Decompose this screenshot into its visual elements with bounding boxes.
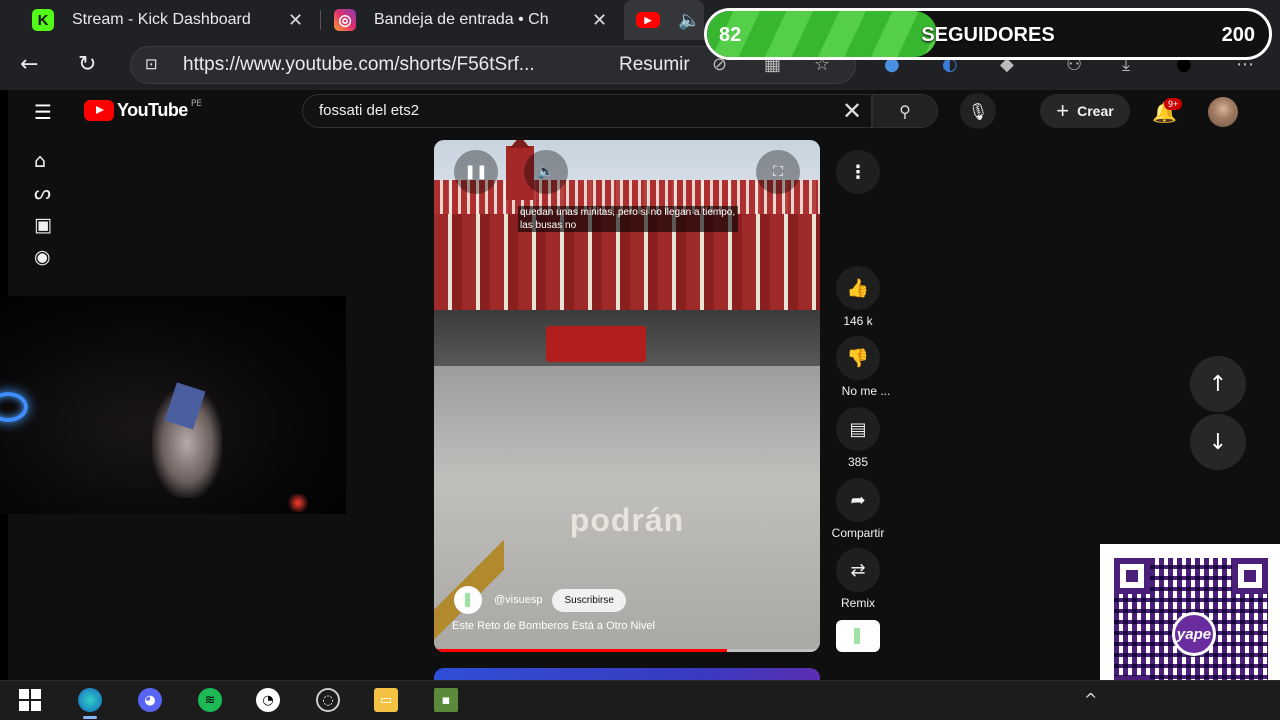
minecraft-icon[interactable]: ▪ bbox=[434, 688, 458, 712]
notification-badge: 9+ bbox=[1164, 98, 1183, 110]
video-progress-fill bbox=[434, 649, 728, 652]
comments-action[interactable]: ▤ 385 bbox=[836, 407, 880, 469]
red-light bbox=[286, 494, 310, 512]
arrow-down-icon: ↓ bbox=[1208, 429, 1228, 455]
video-title[interactable]: Este Reto de Bomberos Está a Otro Nivel bbox=[452, 620, 655, 632]
thumbs-up-icon: 👍 bbox=[836, 266, 880, 310]
account-avatar[interactable] bbox=[1208, 97, 1238, 127]
like-count: 146 k bbox=[843, 314, 873, 328]
system-tray-chevron-icon[interactable]: ^ bbox=[1084, 690, 1097, 709]
subscriptions-icon[interactable]: ▣ bbox=[34, 214, 52, 236]
video-fire-truck bbox=[546, 326, 646, 362]
pause-button[interactable]: ❚❚ bbox=[454, 150, 498, 194]
plus-icon: + bbox=[1056, 98, 1070, 123]
pause-icon: ❚❚ bbox=[464, 164, 488, 180]
comment-count: 385 bbox=[847, 455, 869, 469]
reload-icon[interactable]: ↻ bbox=[78, 52, 96, 77]
clear-search-icon[interactable]: ✕ bbox=[842, 97, 862, 125]
dislike-label: No me ... bbox=[841, 384, 891, 398]
country-code: PE bbox=[190, 98, 202, 109]
youtube-play-icon bbox=[84, 100, 114, 121]
share-action[interactable]: ➦ Compartir bbox=[832, 478, 884, 540]
channel-row: @visuesp Suscribirse bbox=[454, 586, 626, 614]
youtube-icon: ▶ bbox=[636, 12, 660, 28]
edge-icon[interactable] bbox=[78, 688, 102, 712]
like-action[interactable]: 👍 146 k bbox=[836, 266, 880, 328]
resumir-button[interactable]: Resumir bbox=[619, 47, 690, 83]
youtube-logo-text: YouTube bbox=[117, 100, 188, 120]
tab-separator bbox=[320, 10, 321, 30]
followers-label: SEGUIDORES bbox=[921, 24, 1055, 46]
search-input[interactable]: fossati del ets2 bbox=[302, 94, 872, 128]
more-vertical-icon: ⋮ bbox=[849, 161, 867, 183]
remix-icon: ⇄ bbox=[836, 548, 880, 592]
more-options-button[interactable]: ⋮ bbox=[836, 150, 880, 194]
webcam-overlay bbox=[0, 296, 346, 514]
next-short-button[interactable]: ↓ bbox=[1190, 414, 1246, 470]
tab-audio-icon[interactable]: 🔈 bbox=[678, 10, 700, 31]
fullscreen-icon: ⛶ bbox=[773, 164, 783, 180]
search-icon: ⚲ bbox=[899, 101, 911, 121]
dislike-action[interactable]: 👎 No me ... bbox=[836, 336, 890, 398]
thumbs-down-icon: 👎 bbox=[836, 336, 880, 380]
channel-avatar[interactable] bbox=[454, 586, 482, 614]
volume-icon: 🔈 bbox=[537, 164, 555, 180]
qr-finder bbox=[1114, 558, 1150, 594]
file-explorer-icon[interactable]: ▭ bbox=[374, 688, 398, 712]
previous-short-button[interactable]: ↑ bbox=[1190, 356, 1246, 412]
tab-youtube-active[interactable]: ▶ 🔈 bbox=[624, 0, 704, 40]
close-tab-icon[interactable]: ✕ bbox=[592, 10, 607, 31]
share-icon: ➦ bbox=[836, 478, 880, 522]
microphone-icon: 🎙 bbox=[967, 101, 989, 121]
windows-start-icon[interactable] bbox=[18, 688, 42, 712]
video-caption: quedan unas minitas, pero si no llegan a… bbox=[518, 206, 738, 232]
channel-handle[interactable]: @visuesp bbox=[494, 594, 542, 606]
remix-action[interactable]: ⇄ Remix bbox=[836, 548, 880, 610]
active-app-indicator bbox=[83, 716, 97, 719]
next-short-preview[interactable] bbox=[434, 668, 820, 680]
qr-finder bbox=[1232, 558, 1268, 594]
fullscreen-button[interactable]: ⛶ bbox=[756, 150, 800, 194]
clock-app-icon[interactable]: ◔ bbox=[256, 688, 280, 712]
back-icon[interactable]: ← bbox=[20, 52, 38, 77]
followers-goal-bar: 82 SEGUIDORES 200 bbox=[704, 8, 1272, 60]
obs-icon[interactable]: ◌ bbox=[316, 688, 340, 712]
comment-icon: ▤ bbox=[836, 407, 880, 451]
share-label: Compartir bbox=[831, 526, 885, 540]
home-icon[interactable]: ⌂ bbox=[34, 150, 46, 172]
voice-search-button[interactable]: 🎙 bbox=[960, 93, 996, 129]
tab-instagram-inbox[interactable]: ◎ Bandeja de entrada • Ch ✕ bbox=[334, 0, 607, 40]
video-overlay-text: podrán bbox=[569, 502, 685, 538]
discord-icon[interactable]: ◕ bbox=[138, 688, 162, 712]
you-icon[interactable]: ◉ bbox=[34, 246, 51, 268]
arrow-up-icon: ↑ bbox=[1208, 371, 1228, 397]
youtube-logo[interactable]: YouTube PE bbox=[84, 98, 202, 121]
sound-thumbnail[interactable] bbox=[836, 620, 880, 652]
short-video-player[interactable]: ❚❚ 🔈 ⛶ quedan unas minitas, pero si no l… bbox=[434, 140, 820, 652]
search-button[interactable]: ⚲ bbox=[872, 94, 938, 128]
video-progress-bar[interactable] bbox=[434, 649, 820, 652]
tab-title: Bandeja de entrada • Ch bbox=[374, 11, 549, 28]
shorts-icon[interactable]: ᔕ bbox=[34, 182, 51, 204]
tab-title: Stream - Kick Dashboard bbox=[72, 11, 251, 28]
instagram-icon: ◎ bbox=[334, 9, 356, 31]
site-info-icon[interactable]: ⊡ bbox=[145, 47, 158, 83]
subscribe-button[interactable]: Suscribirse bbox=[552, 588, 626, 612]
tab-kick-dashboard[interactable]: K Stream - Kick Dashboard ✕ bbox=[32, 0, 303, 40]
url-text: https://www.youtube.com/shorts/F56tSrf..… bbox=[183, 54, 535, 75]
headset-light bbox=[0, 392, 28, 422]
create-label: Crear bbox=[1077, 103, 1114, 119]
kick-icon: K bbox=[32, 9, 54, 31]
spotify-icon[interactable]: ≋ bbox=[198, 688, 222, 712]
hamburger-menu-icon[interactable]: ☰ bbox=[34, 100, 52, 124]
followers-target: 200 bbox=[1221, 24, 1255, 46]
create-button[interactable]: + Crear bbox=[1040, 94, 1130, 128]
close-tab-icon[interactable]: ✕ bbox=[288, 10, 303, 31]
yape-logo: yape bbox=[1172, 612, 1216, 656]
volume-button[interactable]: 🔈 bbox=[524, 150, 568, 194]
remix-label: Remix bbox=[840, 596, 875, 610]
